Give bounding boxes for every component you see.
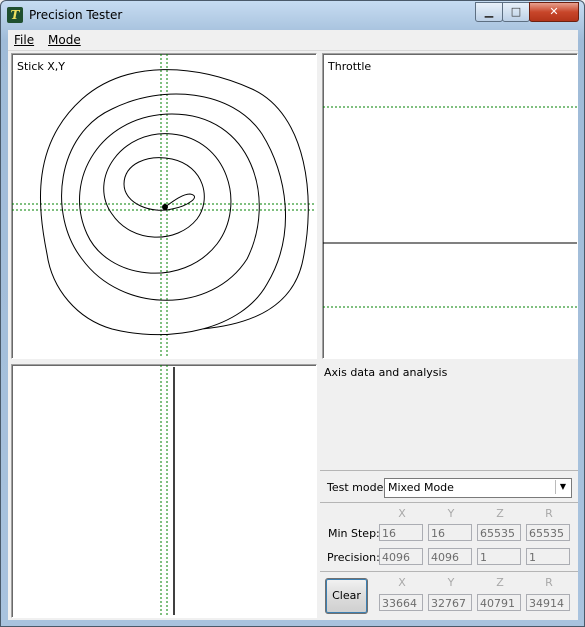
- raw-y-field: 32767: [428, 594, 472, 611]
- precision-label: Precision:: [327, 551, 380, 564]
- raw-col-z: Z: [496, 576, 504, 589]
- app-icon[interactable]: T: [7, 7, 23, 23]
- raw-col-y: Y: [447, 576, 455, 589]
- min-step-y-field: 16: [428, 524, 472, 541]
- stats-col-y: Y: [447, 507, 455, 520]
- maximize-button[interactable]: □: [502, 2, 530, 22]
- axis-view-plot: [160, 365, 175, 617]
- stick-xy-label: Stick X,Y: [17, 60, 66, 73]
- raw-col-r: R: [545, 576, 553, 589]
- stick-xy-panel: Stick X,Y: [11, 53, 317, 359]
- window-title: Precision Tester: [29, 8, 123, 22]
- precision-y-field: 4096: [428, 548, 472, 565]
- title-bar[interactable]: T Precision Tester ▁ □ ✕: [1, 1, 584, 29]
- min-step-r-field: 65535: [526, 524, 570, 541]
- raw-z-field: 40791: [477, 594, 521, 611]
- menu-bar: File Mode: [8, 30, 578, 51]
- clear-button[interactable]: Clear: [325, 578, 368, 614]
- raw-divider: [320, 571, 578, 572]
- throttle-plot: [323, 106, 577, 308]
- throttle-label: Throttle: [328, 60, 372, 73]
- raw-r-field: 34914: [526, 594, 570, 611]
- menu-file-label: File: [14, 33, 35, 47]
- stats-col-z: Z: [496, 507, 504, 520]
- stick-xy-plot: [12, 54, 316, 358]
- min-step-z-field: 65535: [477, 524, 521, 541]
- test-mode-label: Test mode:: [327, 481, 388, 494]
- app-window: T Precision Tester ▁ □ ✕ File Mode Stick…: [0, 0, 585, 627]
- precision-z-field: 1: [477, 548, 521, 565]
- stick-trace: [39, 69, 309, 336]
- chevron-down-icon[interactable]: ▼: [555, 480, 570, 494]
- minimize-button[interactable]: ▁: [475, 2, 503, 22]
- stick-position-dot: [162, 204, 168, 210]
- precision-r-field: 1: [526, 548, 570, 565]
- test-mode-value: Mixed Mode: [388, 481, 454, 494]
- analysis-label: Axis data and analysis: [324, 366, 448, 379]
- test-mode-select[interactable]: Mixed Mode ▼: [384, 478, 572, 498]
- raw-col-x: X: [398, 576, 406, 589]
- precision-x-field: 4096: [379, 548, 423, 565]
- client-area: File Mode Stick X,Y Throttle Axis data a…: [8, 30, 578, 620]
- min-step-x-field: 16: [379, 524, 423, 541]
- stats-col-r: R: [545, 507, 553, 520]
- stats-col-x: X: [398, 507, 406, 520]
- axis-view-panel: [11, 364, 317, 618]
- analysis-divider: [320, 470, 578, 471]
- menu-file[interactable]: File: [14, 33, 34, 47]
- menu-mode-label: Mode: [48, 33, 81, 47]
- menu-mode[interactable]: Mode: [48, 33, 81, 47]
- raw-x-field: 33664: [379, 594, 423, 611]
- close-button[interactable]: ✕: [529, 2, 579, 22]
- throttle-panel: Throttle: [322, 53, 578, 359]
- stats-divider: [320, 502, 578, 503]
- min-step-label: Min Step:: [328, 527, 380, 540]
